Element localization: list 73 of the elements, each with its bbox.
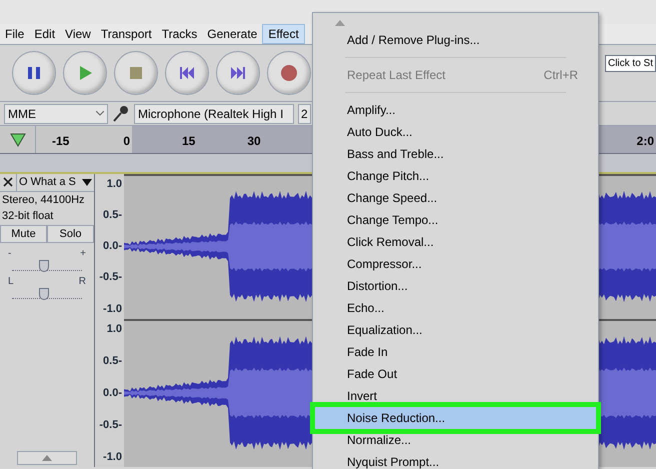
dropdown-icon xyxy=(82,178,92,186)
close-icon[interactable] xyxy=(1,175,15,189)
menu-item[interactable]: Normalize... xyxy=(315,429,596,451)
track-info: Stereo, 44100Hz xyxy=(1,192,86,208)
menu-bar-item[interactable]: Effect xyxy=(262,24,305,44)
transport-button[interactable] xyxy=(12,51,56,95)
menu-item[interactable]: Change Pitch... xyxy=(315,165,596,187)
scroll-up-icon[interactable] xyxy=(335,20,345,26)
pause-icon xyxy=(25,64,43,82)
menu-bar-item[interactable]: Edit xyxy=(29,24,60,44)
ruler-label: -15 xyxy=(52,133,70,150)
transport-button[interactable] xyxy=(165,51,209,95)
menu-item[interactable]: Fade Out xyxy=(315,363,596,385)
ruler-label: 30 xyxy=(247,133,261,150)
slider-thumb[interactable] xyxy=(38,288,48,300)
menu-item[interactable]: Distortion... xyxy=(315,275,596,297)
scale-label: 1.0 xyxy=(106,322,122,337)
transport-button[interactable] xyxy=(216,51,260,95)
scale-label: 0.0- xyxy=(103,239,122,254)
menu-item[interactable]: Invert xyxy=(315,385,596,407)
scale-label: -0.5- xyxy=(99,418,122,433)
scale-label: -1.0 xyxy=(103,302,122,316)
ruler-label: 0 xyxy=(123,133,130,150)
skip-end-icon xyxy=(229,64,247,82)
menu-item[interactable]: Fade In xyxy=(315,341,596,363)
menu-item[interactable]: Change Tempo... xyxy=(315,209,596,231)
gain-slider[interactable] xyxy=(12,259,82,271)
slider-min-label: L xyxy=(8,277,14,287)
menu-item[interactable]: Bass and Treble... xyxy=(315,143,596,165)
skip-start-icon xyxy=(178,64,196,82)
scale-label: 0.5- xyxy=(103,208,122,224)
menu-bar-item[interactable]: View xyxy=(60,24,96,44)
scale-label: 0.0- xyxy=(103,386,122,401)
menu-item[interactable]: Click Removal... xyxy=(315,231,596,253)
chevron-icon xyxy=(96,111,104,116)
scale-label: -0.5- xyxy=(99,270,122,286)
menu-item[interactable]: Add / Remove Plug-ins... xyxy=(315,29,596,51)
slider-max-label: + xyxy=(80,249,86,259)
menu-item[interactable]: Echo... xyxy=(315,297,596,319)
record-icon xyxy=(280,64,298,82)
slider-min-label: - xyxy=(8,249,12,259)
menu-item[interactable]: Auto Duck... xyxy=(315,121,596,143)
stop-icon xyxy=(127,64,145,82)
microphone-icon xyxy=(112,104,130,122)
menu-item[interactable]: Amplify... xyxy=(315,99,596,121)
menu-item[interactable]: Compressor... xyxy=(315,253,596,275)
scale-label: 0.5- xyxy=(103,354,122,369)
ruler-label: 15 xyxy=(182,133,196,150)
pan-slider[interactable] xyxy=(12,287,82,299)
slider-thumb[interactable] xyxy=(38,260,48,272)
scale-label: 1.0 xyxy=(106,177,122,192)
menu-item[interactable]: Equalization... xyxy=(315,319,596,341)
menu-item[interactable]: Noise Reduction... xyxy=(315,407,596,429)
host-dropdown[interactable]: MME xyxy=(4,104,108,124)
timer-field[interactable]: Click to St xyxy=(604,55,656,72)
track-toggle-button[interactable]: Mute xyxy=(0,224,47,243)
menu-item[interactable]: Change Speed... xyxy=(315,187,596,209)
channels-dropdown[interactable]: 2 xyxy=(298,104,311,124)
menu-bar-item[interactable]: Generate xyxy=(202,24,262,44)
menu-item[interactable]: Nyquist Prompt... xyxy=(315,451,596,469)
slider-max-label: R xyxy=(78,277,86,287)
ruler-label: 2:0 xyxy=(636,133,654,150)
input-device-dropdown[interactable]: Microphone (Realtek High I xyxy=(134,104,294,124)
collapse-button[interactable] xyxy=(17,451,77,465)
play-head-icon[interactable] xyxy=(10,132,26,146)
transport-button[interactable] xyxy=(267,51,311,95)
track-toggle-button[interactable]: Solo xyxy=(47,224,94,243)
menu-bar-item[interactable]: File xyxy=(0,24,30,44)
menu-bar-item[interactable]: Transport xyxy=(96,24,157,44)
up-arrow-icon xyxy=(42,455,52,461)
scale-label: -1.0 xyxy=(103,450,122,464)
track-info: 32-bit float xyxy=(1,209,54,224)
menu-bar-item[interactable]: Tracks xyxy=(156,24,202,44)
